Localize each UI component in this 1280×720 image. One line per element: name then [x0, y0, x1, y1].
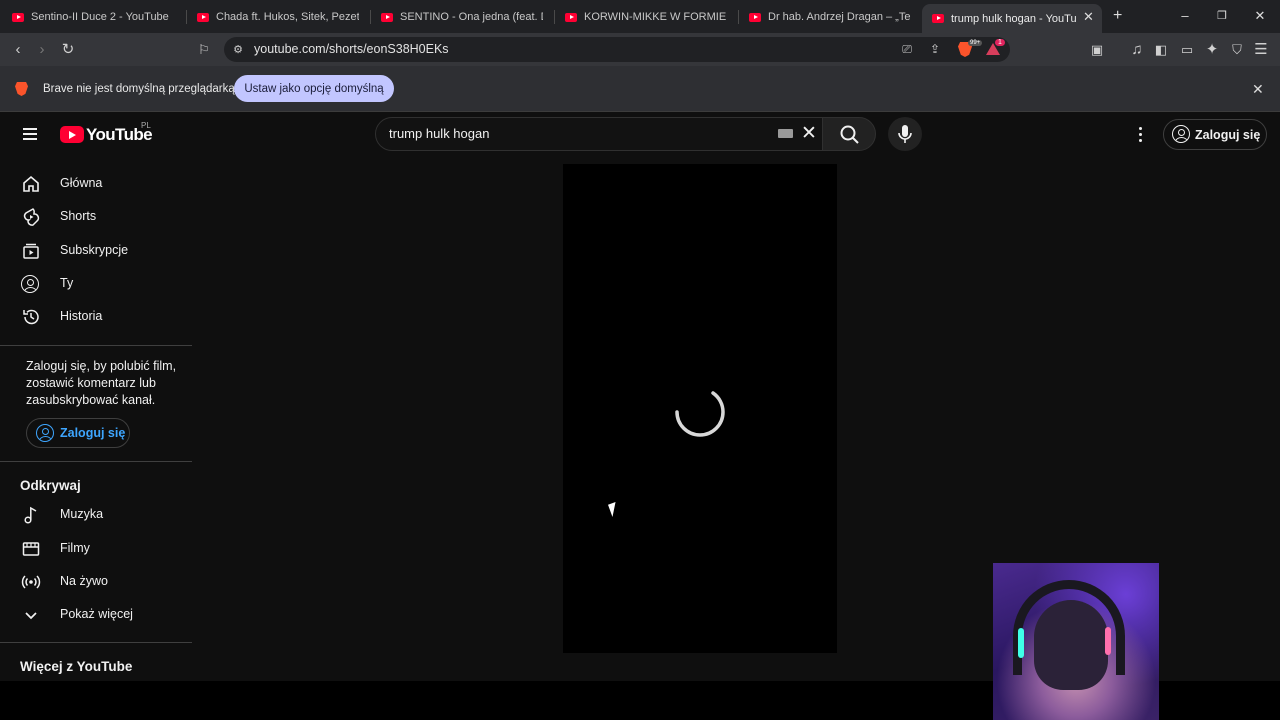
notification-badge: 1: [995, 39, 1005, 46]
new-tab-icon[interactable]: +: [1113, 7, 1122, 25]
music-icon: [24, 506, 37, 524]
infobar-message: Brave nie jest domyślną przeglądarką: [43, 83, 235, 95]
you-icon: [21, 275, 39, 293]
loading-spinner-icon: [675, 391, 725, 437]
headset-led-right: [1105, 627, 1111, 655]
youtube-favicon-icon: [12, 12, 24, 22]
tab-separator: [186, 10, 187, 24]
sidebar-item-subscriptions[interactable]: Subskrypcje: [0, 234, 192, 267]
headset-led-left: [1018, 628, 1024, 658]
tab-title: Sentino-II Duce 2 - YouTube: [31, 11, 169, 23]
back-icon[interactable]: ‹: [9, 42, 27, 57]
tab-title: KORWIN-MIKKE W FORMIE! TRU: [584, 11, 727, 23]
sidebar-divider: [0, 642, 192, 643]
wallet-icon[interactable]: ▭: [1178, 42, 1196, 57]
sidebar-divider: [0, 345, 192, 346]
home-icon: [23, 175, 39, 192]
film-icon: [22, 542, 40, 556]
panel-icon[interactable]: ◧: [1152, 42, 1170, 57]
account-icon: [1172, 125, 1190, 143]
youtube-favicon-icon: [749, 12, 761, 22]
leo-ai-icon[interactable]: ✦: [1203, 42, 1221, 57]
youtube-favicon-icon: [197, 12, 209, 22]
browser-tab[interactable]: Dr hab. Andrzej Dragan – „Teori: [749, 4, 911, 30]
tab-separator: [554, 10, 555, 24]
youtube-favicon-icon: [932, 14, 944, 23]
sidebar-item-label: Historia: [60, 309, 103, 323]
tab-close-icon[interactable]: ✕: [1083, 9, 1094, 25]
tab-title: trump hulk hogan - YouTube: [951, 12, 1076, 25]
sidebar-item-label: Shorts: [60, 209, 97, 223]
sidebar-item-label: Subskrypcje: [60, 243, 129, 257]
microphone-icon: [898, 125, 912, 143]
account-icon: [36, 424, 54, 442]
minimize-icon[interactable]: –: [1177, 8, 1193, 23]
chevron-down-icon: [25, 612, 37, 620]
browser-tab[interactable]: Chada ft. Hukos, Sitek, Pezet, Pih: [197, 4, 359, 30]
youtube-favicon-icon: [565, 12, 577, 22]
tab-title: Dr hab. Andrzej Dragan – „Teori: [768, 11, 911, 23]
search-button[interactable]: [822, 117, 876, 151]
sidebar-item-films[interactable]: Filmy: [0, 532, 192, 565]
subscriptions-icon: [23, 243, 39, 259]
tab-title: Chada ft. Hukos, Sitek, Pezet, Pih: [216, 11, 359, 23]
sidebar-item-music[interactable]: Muzyka: [0, 498, 192, 531]
infobar-close-icon[interactable]: ✕: [1252, 81, 1264, 98]
keyboard-icon[interactable]: [778, 129, 793, 138]
clear-search-icon[interactable]: ✕: [801, 122, 817, 145]
sidebar-item-label: Na żywo: [60, 574, 108, 588]
sidebar-item-label: Muzyka: [60, 507, 104, 521]
cast-icon[interactable]: ⎚: [898, 42, 916, 57]
live-icon: [21, 575, 41, 589]
sidebar-divider: [0, 461, 192, 462]
explore-section-title: Odkrywaj: [20, 478, 81, 493]
sidebar-toggle-icon[interactable]: ▣: [1088, 42, 1106, 57]
sidebar-item-shorts[interactable]: Shorts: [0, 200, 192, 233]
window-close-icon[interactable]: ✕: [1252, 8, 1268, 24]
browser-tab[interactable]: KORWIN-MIKKE W FORMIE! TRU: [565, 4, 727, 30]
music-queue-icon[interactable]: ♫: [1128, 42, 1146, 57]
tab-title: SENTINO - Ona jedna (feat. DIOR: [400, 11, 543, 23]
browser-tab[interactable]: Sentino-II Duce 2 - YouTube: [12, 4, 182, 30]
tab-separator: [370, 10, 371, 24]
shorts-icon: [23, 208, 40, 226]
more-from-youtube-title: Więcej z YouTube: [20, 659, 133, 674]
signin-prompt-text: Zaloguj się, by polubić film, zostawić k…: [26, 359, 177, 407]
shields-badge: 99+: [968, 40, 983, 46]
bookmark-icon[interactable]: ⚐: [195, 42, 213, 57]
vpn-icon[interactable]: ⛉: [1228, 42, 1246, 57]
share-icon[interactable]: ⇪: [926, 42, 944, 57]
sidebar-item-history[interactable]: Historia: [0, 300, 192, 333]
sidebar-item-label: Pokaż więcej: [60, 607, 133, 621]
menu-icon[interactable]: ☰: [1252, 42, 1270, 57]
site-info-icon[interactable]: ⚙: [229, 43, 247, 58]
sidebar-item-label: Ty: [60, 276, 74, 290]
search-input[interactable]: [389, 126, 749, 141]
url-text[interactable]: youtube.com/shorts/eonS38H0EKs: [254, 42, 449, 56]
browser-tab[interactable]: SENTINO - Ona jedna (feat. DIOR: [381, 4, 543, 30]
history-icon: [23, 309, 39, 325]
sidebar-item-live[interactable]: Na żywo: [0, 565, 192, 598]
set-default-button[interactable]: Ustaw jako opcję domyślną: [234, 75, 394, 102]
youtube-logo-icon[interactable]: [60, 126, 84, 143]
reload-icon[interactable]: ↻: [59, 42, 77, 57]
forward-icon[interactable]: ›: [33, 42, 51, 57]
tab-separator: [738, 10, 739, 24]
guide-menu-button[interactable]: [20, 124, 40, 144]
sidebar-item-you[interactable]: Ty: [0, 267, 192, 300]
tab-strip: Sentino-II Duce 2 - YouTube Chada ft. Hu…: [0, 0, 1280, 33]
sidebar-item-label: Główna: [60, 176, 103, 190]
youtube-favicon-icon: [381, 12, 393, 22]
voice-search-button[interactable]: [888, 117, 922, 151]
search-icon: [840, 125, 859, 144]
browser-tab-active[interactable]: trump hulk hogan - YouTube: [922, 4, 1102, 33]
sidebar-item-show-more[interactable]: Pokaż więcej: [0, 598, 192, 631]
restore-icon[interactable]: ❐: [1214, 9, 1230, 22]
settings-more-button[interactable]: [1130, 124, 1150, 144]
sidebar-item-home[interactable]: Główna: [0, 167, 192, 200]
country-code: PL: [141, 121, 151, 130]
sidebar-item-label: Filmy: [60, 541, 90, 555]
